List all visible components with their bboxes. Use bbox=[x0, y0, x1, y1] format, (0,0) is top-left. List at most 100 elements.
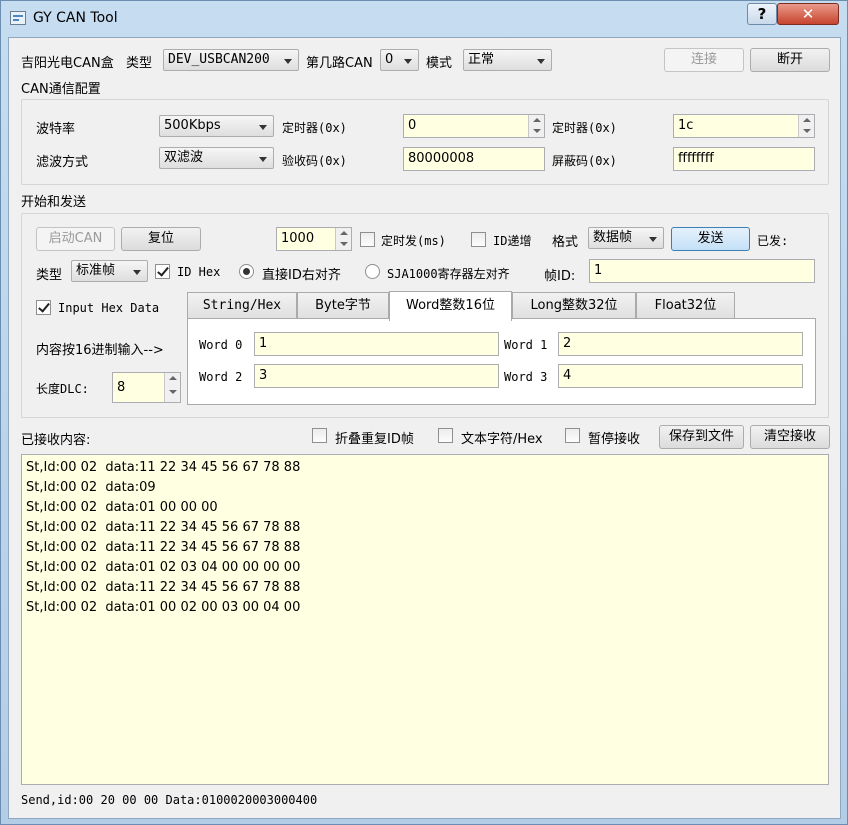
config-group-title: CAN通信配置 bbox=[21, 82, 101, 97]
connect-button[interactable]: 连接 bbox=[664, 48, 744, 72]
input-hex-label: Input Hex Data bbox=[58, 301, 160, 315]
tab-long[interactable]: Long整数32位 bbox=[512, 292, 636, 319]
mode-label: 模式 bbox=[426, 56, 453, 71]
format-label: 格式 bbox=[552, 235, 579, 250]
channel-select[interactable]: 0 bbox=[380, 49, 419, 71]
frame-id-label: 帧ID: bbox=[544, 269, 576, 284]
client-area: 吉阳光电CAN盒 类型 DEV_USBCAN200 第几路CAN 0 模式 正常… bbox=[8, 37, 841, 819]
chevron-down-icon bbox=[284, 59, 292, 64]
chevron-down-icon bbox=[404, 59, 412, 64]
spin-up-icon[interactable] bbox=[528, 115, 544, 126]
start-can-button[interactable]: 启动CAN bbox=[36, 227, 115, 251]
word0-input[interactable]: 1 bbox=[254, 332, 499, 356]
text-hex-checkbox[interactable] bbox=[438, 428, 453, 443]
channel-value: 0 bbox=[385, 52, 394, 67]
tab-word[interactable]: Word整数16位 bbox=[389, 291, 512, 321]
word2-input[interactable]: 3 bbox=[254, 364, 499, 388]
frame-type-select[interactable]: 标准帧 bbox=[71, 260, 148, 282]
frame-type-label: 类型 bbox=[36, 268, 63, 283]
spin-down-icon[interactable] bbox=[164, 387, 180, 402]
id-increment-checkbox[interactable] bbox=[471, 232, 486, 247]
spin-down-icon[interactable] bbox=[528, 126, 544, 137]
tab-float[interactable]: Float32位 bbox=[636, 292, 735, 319]
id-hex-label: ID Hex bbox=[177, 265, 221, 279]
id-increment-label: ID递增 bbox=[493, 234, 532, 248]
status-bar-text: Send,id:00 20 00 00 Data:010002000300040… bbox=[21, 793, 318, 807]
timed-send-label: 定时发(ms) bbox=[381, 234, 446, 248]
input-hex-checkbox[interactable] bbox=[36, 300, 51, 315]
chevron-down-icon bbox=[259, 125, 267, 130]
receive-line: St,Id:00 02 data:09 bbox=[26, 480, 156, 495]
receive-line: St,Id:00 02 data:01 00 00 00 bbox=[26, 500, 218, 515]
timer1-label: 定时器(0x) bbox=[552, 121, 617, 135]
chevron-down-icon bbox=[537, 59, 545, 64]
hex-hint-label: 内容按16进制输入--> bbox=[36, 343, 164, 358]
brand-label: 吉阳光电CAN盒 bbox=[21, 56, 114, 71]
receive-line: St,Id:00 02 data:01 02 03 04 00 00 00 00 bbox=[26, 560, 301, 575]
app-icon bbox=[10, 11, 26, 25]
chevron-down-icon bbox=[649, 237, 657, 242]
mode-select[interactable]: 正常 bbox=[463, 49, 552, 71]
id-hex-checkbox[interactable] bbox=[155, 264, 170, 279]
frame-id-input[interactable]: 1 bbox=[589, 259, 815, 283]
align-right-label: 直接ID右对齐 bbox=[262, 268, 341, 283]
spin-down-icon[interactable] bbox=[798, 126, 814, 137]
align-left-radio[interactable] bbox=[365, 264, 380, 279]
pause-checkbox[interactable] bbox=[565, 428, 580, 443]
interval-spinbox[interactable]: 1000 bbox=[276, 227, 352, 251]
mask-input[interactable]: ffffffff bbox=[673, 147, 815, 171]
timer0-spinbox[interactable]: 0 bbox=[403, 114, 545, 138]
word3-input[interactable]: 4 bbox=[558, 364, 803, 388]
baud-value: 500Kbps bbox=[164, 118, 221, 133]
word1-input[interactable]: 2 bbox=[558, 332, 803, 356]
sent-count-label: 已发: bbox=[757, 234, 789, 248]
dlc-label: 长度DLC: bbox=[36, 382, 89, 396]
spin-up-icon[interactable] bbox=[164, 373, 180, 388]
timer0-label: 定时器(0x) bbox=[282, 121, 347, 135]
timed-send-checkbox[interactable] bbox=[360, 232, 375, 247]
receive-log[interactable]: St,Id:00 02 data:11 22 34 45 56 67 78 88… bbox=[21, 454, 829, 785]
fold-dup-checkbox[interactable] bbox=[312, 428, 327, 443]
spin-down-icon[interactable] bbox=[335, 239, 351, 250]
close-button[interactable]: ✕ bbox=[777, 3, 839, 25]
filter-select[interactable]: 双滤波 bbox=[159, 147, 274, 169]
receive-line: St,Id:00 02 data:11 22 34 45 56 67 78 88 bbox=[26, 520, 301, 535]
mode-value: 正常 bbox=[468, 52, 495, 67]
frame-type-value: 标准帧 bbox=[76, 263, 116, 278]
tab-byte[interactable]: Byte字节 bbox=[297, 292, 389, 319]
disconnect-button[interactable]: 断开 bbox=[750, 48, 830, 72]
acc-code-input[interactable]: 80000008 bbox=[403, 147, 545, 171]
word3-label: Word 3 bbox=[504, 370, 548, 384]
timer1-spinbox[interactable]: 1c bbox=[673, 114, 815, 138]
baud-select[interactable]: 500Kbps bbox=[159, 115, 274, 137]
send-button[interactable]: 发送 bbox=[671, 227, 750, 251]
receive-line: St,Id:00 02 data:01 00 02 00 03 00 04 00 bbox=[26, 600, 301, 615]
word1-label: Word 1 bbox=[504, 338, 548, 352]
filter-value: 双滤波 bbox=[164, 150, 204, 165]
filter-label: 滤波方式 bbox=[36, 155, 89, 170]
dlc-spinbox[interactable]: 8 bbox=[112, 372, 181, 403]
help-button[interactable]: ? bbox=[747, 3, 777, 25]
title-bar[interactable]: GY CAN Tool ? ✕ bbox=[1, 1, 847, 35]
send-group-title: 开始和发送 bbox=[21, 195, 87, 210]
save-to-file-button[interactable]: 保存到文件 bbox=[659, 425, 744, 449]
device-value: DEV_USBCAN200 bbox=[168, 52, 270, 67]
config-group bbox=[21, 99, 829, 185]
pause-label: 暂停接收 bbox=[588, 432, 641, 447]
clear-receive-button[interactable]: 清空接收 bbox=[750, 425, 830, 449]
tab-string-hex[interactable]: String/Hex bbox=[187, 292, 297, 319]
spin-up-icon[interactable] bbox=[335, 228, 351, 239]
reset-button[interactable]: 复位 bbox=[121, 227, 201, 251]
word2-label: Word 2 bbox=[199, 370, 243, 384]
align-left-label: SJA1000寄存器左对齐 bbox=[387, 267, 510, 281]
timer0-value: 0 bbox=[408, 118, 417, 133]
format-select[interactable]: 数据帧 bbox=[588, 227, 664, 249]
acc-code-label: 验收码(0x) bbox=[282, 154, 347, 168]
window-title: GY CAN Tool bbox=[33, 10, 118, 26]
receive-line: St,Id:00 02 data:11 22 34 45 56 67 78 88 bbox=[26, 460, 301, 475]
fold-dup-label: 折叠重复ID帧 bbox=[335, 432, 414, 447]
text-hex-label: 文本字符/Hex bbox=[461, 432, 543, 447]
align-right-radio[interactable] bbox=[239, 264, 254, 279]
spin-up-icon[interactable] bbox=[798, 115, 814, 126]
device-select[interactable]: DEV_USBCAN200 bbox=[163, 49, 299, 71]
